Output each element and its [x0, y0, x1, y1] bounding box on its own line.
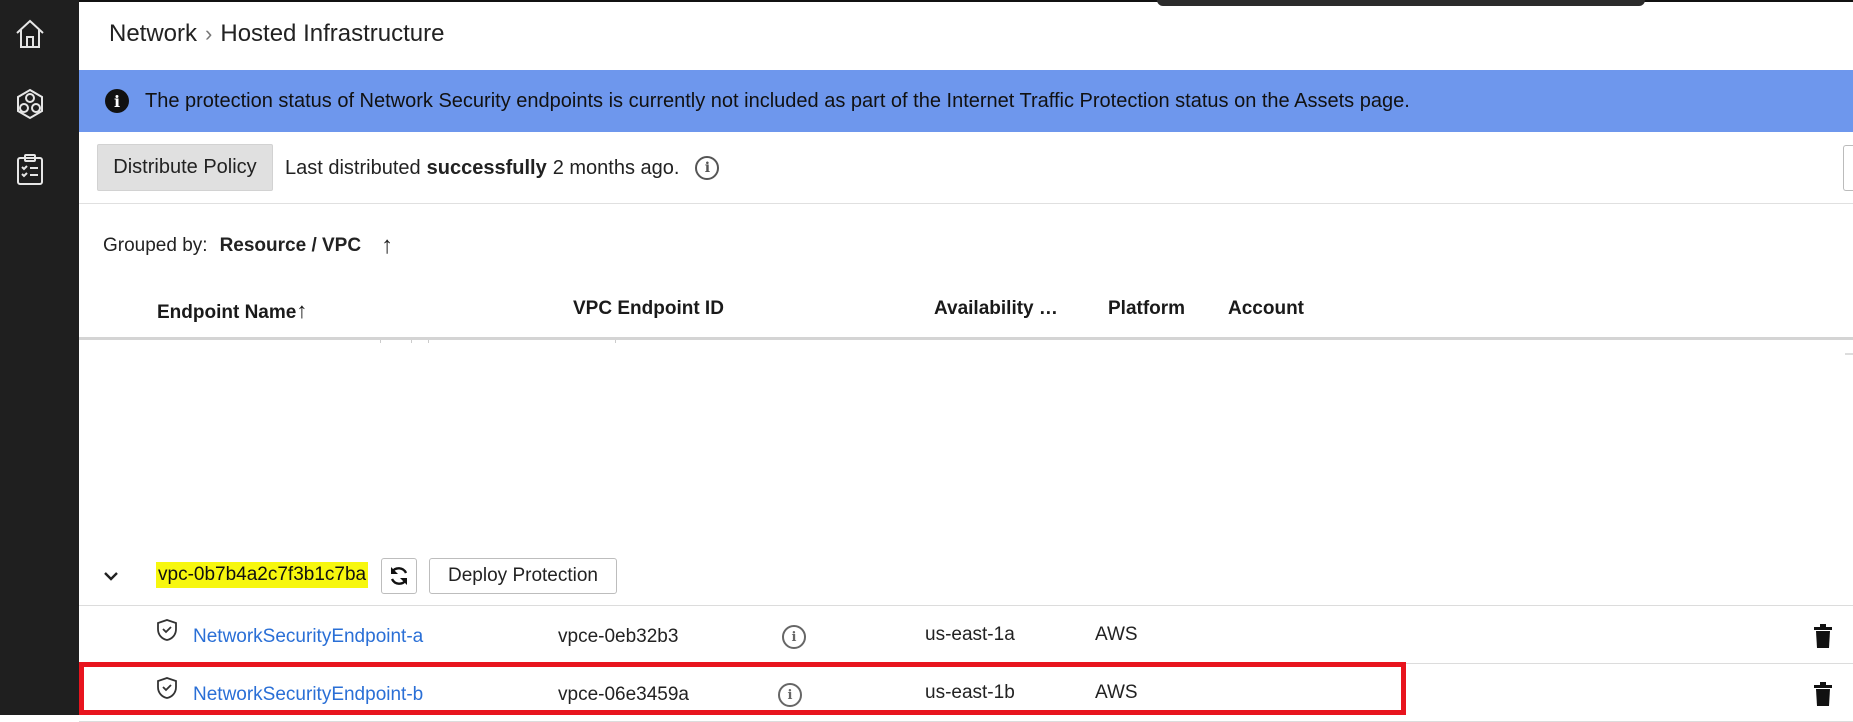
shield-icon	[155, 618, 179, 642]
vpce-info-icon[interactable]: i	[782, 625, 806, 649]
policy-status: Last distributed successfully 2 months a…	[285, 156, 720, 180]
policy-status-strong: successfully	[426, 156, 547, 179]
grouping-control: Grouped by: Resource / VPC ↑	[103, 232, 393, 260]
availability-zone: us-east-1a	[925, 624, 1015, 645]
chevron-down-icon[interactable]	[101, 566, 121, 586]
table-row: NetworkSecurityEndpoint-a vpce-0eb32b3 i…	[79, 606, 1853, 664]
vpc-endpoint-id: vpce-06e3459a	[558, 684, 689, 705]
breadcrumb-separator: ›	[205, 21, 213, 46]
info-banner: i The protection status of Network Secur…	[79, 70, 1853, 132]
trash-icon[interactable]	[1812, 624, 1834, 648]
breadcrumb-current: Hosted Infrastructure	[220, 20, 445, 47]
policy-status-suffix: 2 months ago.	[552, 156, 680, 179]
column-availability[interactable]: Availability …	[934, 298, 1058, 320]
vpc-id-label: vpc-0b7b4a2c7f3b1c7ba	[156, 562, 369, 588]
policy-toolbar: Distribute Policy Last distributed succe…	[79, 132, 1853, 204]
deploy-protection-button[interactable]: Deploy Protection	[429, 558, 617, 594]
endpoint-name-link[interactable]: NetworkSecurityEndpoint-b	[193, 684, 423, 706]
right-edge-control[interactable]	[1843, 145, 1853, 191]
divider	[1845, 353, 1853, 355]
breadcrumb-parent[interactable]: Network	[109, 20, 197, 48]
column-endpoint-name[interactable]: Endpoint Name↑	[157, 298, 307, 324]
clipboard-checklist-icon[interactable]	[12, 150, 48, 190]
distribute-policy-button[interactable]: Distribute Policy	[97, 144, 273, 191]
vpce-info-icon[interactable]: i	[778, 683, 802, 707]
column-vpc-endpoint-id[interactable]: VPC Endpoint ID	[573, 298, 724, 320]
availability-zone: us-east-1b	[925, 682, 1015, 703]
vpc-endpoint-id: vpce-0eb32b3	[558, 626, 679, 647]
vpc-group-row: vpc-0b7b4a2c7f3b1c7ba Deploy Protection	[79, 550, 1853, 606]
trash-icon[interactable]	[1812, 682, 1834, 706]
grouping-value[interactable]: Resource / VPC	[220, 235, 362, 257]
platform-value: AWS	[1095, 624, 1138, 645]
grouping-sort-arrow-icon[interactable]: ↑	[381, 232, 393, 260]
column-account[interactable]: Account	[1228, 298, 1304, 320]
grouping-label: Grouped by:	[103, 235, 208, 256]
info-icon: i	[105, 89, 129, 113]
tooltip-remnant	[1157, 0, 1645, 6]
column-platform[interactable]: Platform	[1108, 298, 1185, 320]
shield-icon	[155, 676, 179, 700]
column-endpoint-name-label: Endpoint Name	[157, 302, 297, 323]
banner-text: The protection status of Network Securit…	[145, 89, 1410, 112]
endpoint-name-link[interactable]: NetworkSecurityEndpoint-a	[193, 626, 423, 648]
policy-info-icon[interactable]: i	[695, 156, 720, 180]
network-hexagon-icon[interactable]	[12, 84, 48, 124]
home-icon[interactable]	[12, 14, 48, 54]
policy-status-prefix: Last distributed	[285, 156, 421, 179]
refresh-icon	[390, 567, 408, 585]
platform-value: AWS	[1095, 682, 1138, 703]
table-row: NetworkSecurityEndpoint-b vpce-06e3459a …	[79, 664, 1853, 722]
sort-arrow-up-icon[interactable]: ↑	[296, 298, 307, 323]
empty-scroll-area	[79, 343, 1853, 550]
breadcrumb: Network › Hosted Infrastructure	[109, 20, 444, 48]
left-sidebar	[0, 0, 79, 715]
refresh-button[interactable]	[381, 558, 417, 594]
table-header: Endpoint Name↑ VPC Endpoint ID Availabil…	[79, 290, 1853, 340]
